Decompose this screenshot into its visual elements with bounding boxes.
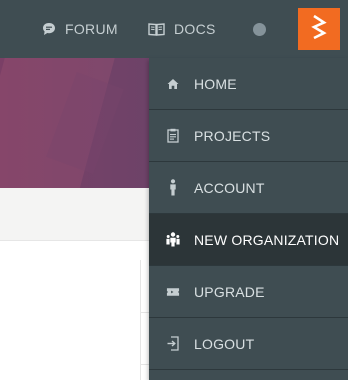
forum-label: FORUM: [65, 21, 118, 37]
menu-item-new-organization[interactable]: NEW ORGANIZATION: [149, 214, 348, 266]
group-icon: [166, 214, 180, 265]
menu-item-label: ACCOUNT: [194, 179, 265, 196]
menu-item-upgrade[interactable]: UPGRADE: [149, 266, 348, 318]
menu-item-home[interactable]: HOME: [149, 58, 348, 110]
menu-item-label: PROJECTS: [194, 127, 271, 144]
docs-label: DOCS: [174, 21, 216, 37]
top-navbar: FORUM DOCS: [0, 0, 348, 58]
divider: [140, 260, 141, 380]
app-logo-button[interactable]: [298, 8, 340, 50]
chat-bubble-icon: [42, 22, 56, 36]
ticket-icon: [166, 266, 180, 317]
menu-item-projects[interactable]: PROJECTS: [149, 110, 348, 162]
menu-item-label: NEW ORGANIZATION: [194, 231, 340, 248]
menu-item-label: LOGOUT: [194, 335, 255, 352]
book-icon: [148, 22, 165, 36]
menu-item-logout[interactable]: LOGOUT: [149, 318, 348, 370]
logout-icon: [166, 318, 180, 369]
clipboard-icon: [166, 110, 180, 161]
page: FORUM DOCS HOME PROJECTS ACCOUNT NEW ORG…: [0, 0, 348, 380]
user-dropdown-menu: HOME PROJECTS ACCOUNT NEW ORGANIZATION U…: [149, 58, 348, 380]
docs-link[interactable]: DOCS: [148, 0, 216, 58]
person-icon: [166, 162, 180, 213]
menu-item-account[interactable]: ACCOUNT: [149, 162, 348, 214]
menu-item-label: HOME: [194, 75, 237, 92]
home-icon: [166, 58, 180, 109]
status-indicator[interactable]: [253, 23, 266, 36]
forum-link[interactable]: FORUM: [42, 0, 118, 58]
logo-icon: [310, 14, 328, 45]
menu-item-label: UPGRADE: [194, 283, 265, 300]
